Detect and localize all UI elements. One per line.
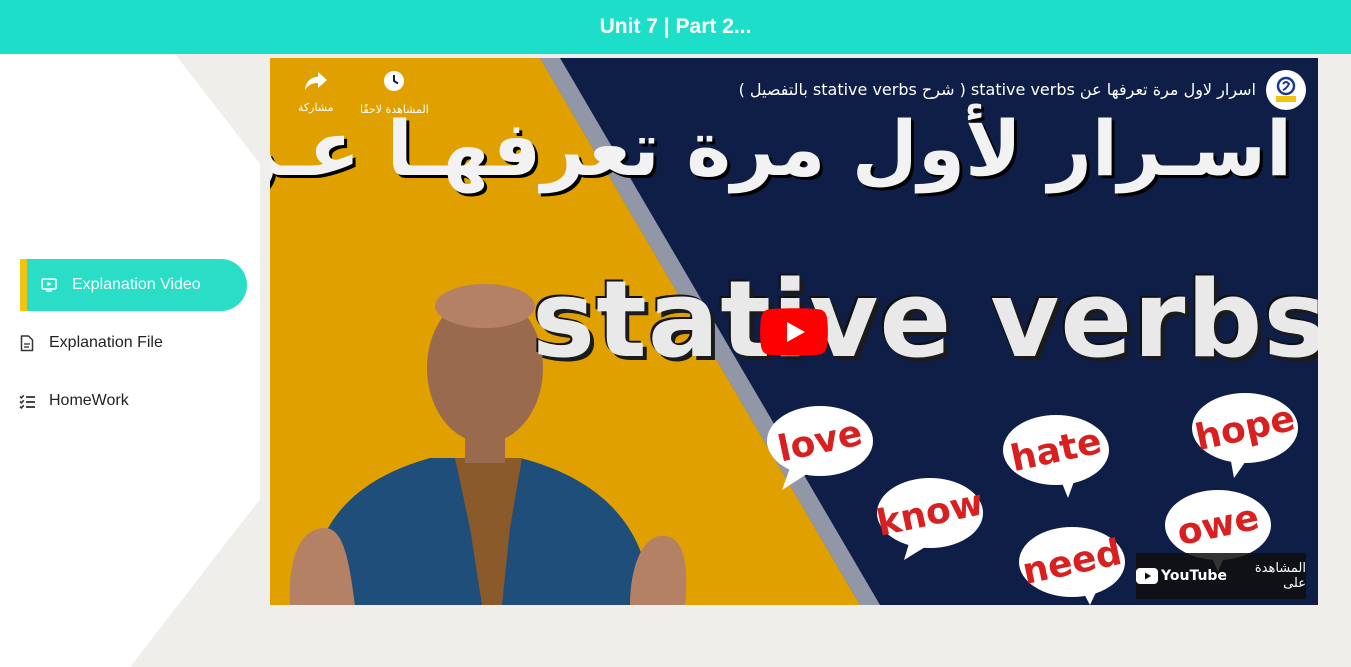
tv-play-icon: [40, 276, 58, 294]
youtube-logo: YouTube: [1136, 568, 1227, 584]
thumbnail-title: stative verbs: [532, 258, 1318, 381]
share-icon: [303, 70, 329, 95]
share-label: مشاركة: [298, 101, 334, 114]
sidebar-item-homework[interactable]: HomeWork: [18, 389, 129, 413]
play-button[interactable]: [760, 308, 828, 356]
youtube-play-icon: [1136, 568, 1158, 584]
sidebar-item-label: Explanation File: [49, 334, 163, 351]
clock-icon: [383, 70, 405, 95]
sidebar-item-explanation-file[interactable]: Explanation File: [18, 331, 163, 355]
watch-on-label: المشاهدة على: [1254, 561, 1306, 591]
sidebar-item-label: HomeWork: [49, 392, 129, 409]
share-button[interactable]: مشاركة: [298, 70, 334, 114]
thumbnail-headline: اسـرار لأول مرة تعرفهـا عـن: [270, 104, 1292, 193]
channel-avatar[interactable]: [1266, 70, 1306, 110]
sidebar-item-label: Explanation Video: [72, 276, 201, 293]
page-title: Unit 7 | Part 2...: [599, 15, 752, 38]
sidebar-item-explanation-video[interactable]: Explanation Video: [20, 259, 247, 311]
document-icon: [18, 334, 36, 352]
channel-logo-icon: [1276, 76, 1296, 102]
watch-later-label: المشاهدة لاحقًا: [360, 103, 429, 116]
sidebar: Explanation Video Explanation File HomeW…: [0, 0, 260, 667]
video-title[interactable]: اسرار لاول مرة تعرفها عن stative verbs (…: [739, 80, 1256, 99]
youtube-label: YouTube: [1161, 568, 1227, 584]
checklist-icon: [18, 392, 36, 410]
watch-on-youtube-button[interactable]: المشاهدة على YouTube: [1136, 553, 1306, 599]
watch-later-button[interactable]: المشاهدة لاحقًا: [360, 70, 429, 116]
video-player[interactable]: love know hate need hope owe اسـرار لأول…: [270, 58, 1318, 605]
